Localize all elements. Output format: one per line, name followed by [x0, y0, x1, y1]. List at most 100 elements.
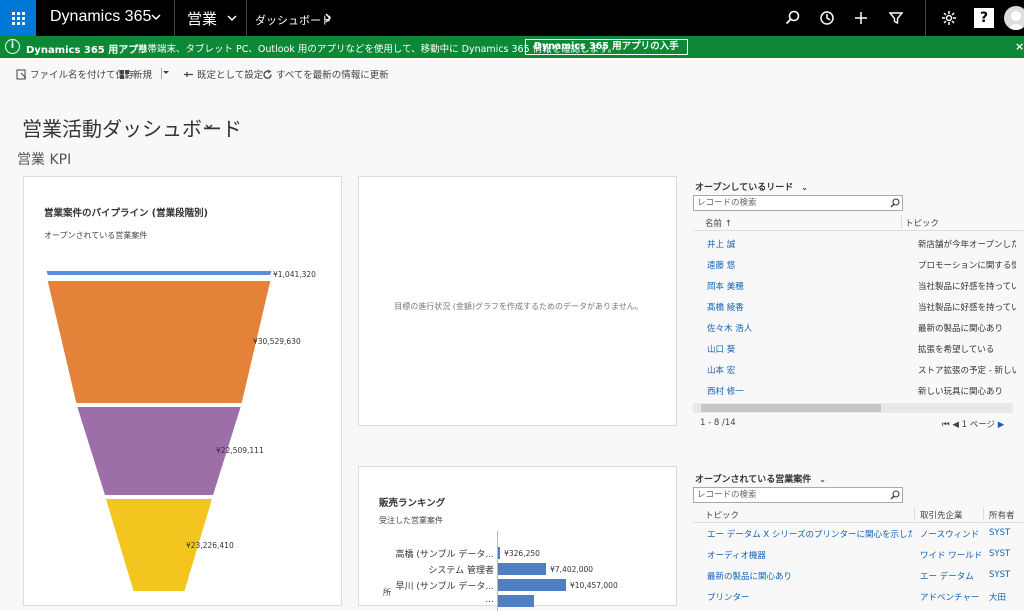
- opp-topic-link[interactable]: オーディオ機器: [707, 549, 912, 561]
- opps-header-row: トピック 取引先企業 所有者: [693, 505, 1023, 523]
- chevron-down-icon[interactable]: [226, 12, 238, 24]
- lead-name-link[interactable]: 山本 宏: [707, 364, 897, 376]
- recent-history-icon[interactable]: [819, 10, 835, 26]
- chevron-down-icon[interactable]: [150, 11, 162, 23]
- opps-search-input[interactable]: レコードの検索: [693, 487, 903, 503]
- save-as-button[interactable]: ファイル名を付けて保存: [16, 67, 135, 81]
- first-page-icon[interactable]: ⏮: [942, 420, 950, 430]
- no-data-message: 目標の進行状況 (金額)グラフを作成するためのデータがありません。: [394, 302, 643, 311]
- funnel-value-label: ¥23,226,410: [186, 541, 234, 550]
- opp-topic-link[interactable]: エー データム X シリーズのプリンターに関心を示した: [707, 528, 912, 540]
- table-row[interactable]: エー データム X シリーズのプリンターに関心を示したノースウィンド トレ...…: [693, 526, 1023, 544]
- leads-view-selector[interactable]: オープンしているリード ⌄: [695, 180, 808, 193]
- nav-divider: [925, 0, 926, 36]
- opp-account-link[interactable]: ノースウィンド トレ...: [920, 528, 982, 540]
- table-row[interactable]: 遠藤 悠 プロモーションに関する情報を...: [693, 257, 1023, 275]
- opp-owner-link[interactable]: 大田: [989, 591, 1019, 603]
- opp-owner-link[interactable]: SYST: [989, 528, 1019, 538]
- prev-page-icon[interactable]: ◀: [952, 420, 959, 430]
- search-icon[interactable]: [785, 10, 801, 26]
- lead-name-link[interactable]: 岡本 美穂: [707, 280, 897, 292]
- gear-icon[interactable]: [941, 10, 957, 26]
- opp-owner-link[interactable]: SYST: [989, 570, 1019, 580]
- notification-bar: i Dynamics 365 用アプリ 携帯端末、タブレット PC、Outloo…: [0, 36, 1024, 58]
- table-row[interactable]: 最新の製品に関心あり エー データム SYST: [693, 568, 1023, 586]
- column-header-topic[interactable]: トピック: [705, 509, 739, 521]
- opps-view-selector[interactable]: オープンされている営業案件 ⌄: [695, 472, 826, 485]
- chevron-down-icon: ⌄: [801, 183, 808, 192]
- opp-account-link[interactable]: アドベンチャー ワ...: [920, 591, 982, 603]
- search-icon[interactable]: [890, 198, 900, 208]
- column-header-owner[interactable]: 所有者: [989, 509, 1015, 521]
- search-icon[interactable]: [890, 490, 900, 500]
- column-header-name[interactable]: 名前 ↑: [705, 217, 732, 229]
- lead-name-link[interactable]: 西村 修一: [707, 385, 897, 397]
- table-row[interactable]: 西村 修一 新しい玩具に関心あり: [693, 383, 1023, 401]
- next-page-icon[interactable]: ▶: [998, 420, 1005, 430]
- lead-topic: 新しい玩具に関心あり: [918, 387, 1004, 397]
- table-row[interactable]: 井上 誠 新店舗が今年オープンした...: [693, 236, 1023, 254]
- breadcrumb[interactable]: ダッシュボード: [255, 12, 332, 28]
- table-row[interactable]: 佐々木 浩人 最新の製品に関心あり: [693, 320, 1023, 338]
- pin-icon: [184, 71, 193, 77]
- brand-title[interactable]: Dynamics 365: [50, 8, 151, 26]
- opp-topic-link[interactable]: プリンター: [707, 591, 912, 603]
- app-launcher-button[interactable]: [0, 0, 36, 36]
- rank-category-label: 早川 (サンプル データ...: [395, 582, 494, 592]
- plus-icon[interactable]: [853, 10, 869, 26]
- opp-account-link[interactable]: ワイド ワールド イ...: [920, 549, 982, 561]
- column-header-account[interactable]: 取引先企業: [920, 509, 963, 521]
- chevron-right-icon[interactable]: [322, 12, 334, 24]
- lead-name-link[interactable]: 佐々木 浩人: [707, 322, 897, 334]
- close-icon[interactable]: ×: [1015, 40, 1024, 53]
- sales-ranking-panel: 販売ランキング 受注した営業案件 所 高橋 (サンプル データ... システム …: [358, 466, 677, 611]
- filter-icon[interactable]: [888, 10, 904, 26]
- rank-bar: [498, 579, 566, 591]
- column-header-topic[interactable]: トピック: [905, 217, 939, 229]
- opp-account-link[interactable]: エー データム: [920, 570, 982, 582]
- lead-topic: 拡張を希望している: [918, 345, 995, 355]
- page-number: 1 ページ: [961, 420, 996, 430]
- search-placeholder: レコードの検索: [697, 198, 757, 208]
- rank-bar: [498, 595, 534, 607]
- rank-value-label: ¥10,457,000: [570, 581, 618, 590]
- scrollbar-thumb[interactable]: [701, 404, 881, 412]
- chevron-down-icon[interactable]: [204, 122, 214, 132]
- leads-title: オープンしているリード: [695, 183, 794, 193]
- user-icon: [1007, 11, 1024, 30]
- new-button[interactable]: 新規: [119, 67, 152, 81]
- record-count: 1 - 8 /14: [700, 418, 736, 428]
- lead-name-link[interactable]: 山口 葵: [707, 343, 897, 355]
- area-selector[interactable]: 営業: [187, 8, 217, 29]
- table-row[interactable]: 山口 葵 拡張を希望している: [693, 341, 1023, 359]
- lead-name-link[interactable]: 井上 誠: [707, 238, 897, 250]
- horizontal-scrollbar[interactable]: [693, 403, 1013, 413]
- opps-title: オープンされている営業案件: [695, 475, 812, 485]
- table-row[interactable]: 髙橋 綾香 当社製品に好感を持ってい...: [693, 299, 1023, 317]
- table-row[interactable]: 岡本 美穂 当社製品に好感を持ってい...: [693, 278, 1023, 296]
- pager[interactable]: ⏮ ◀ 1 ページ ▶: [942, 418, 1004, 430]
- opp-owner-link[interactable]: SYST: [989, 549, 1019, 559]
- funnel-segment[interactable]: [46, 271, 272, 275]
- lead-topic: プロモーションに関する情報を...: [918, 261, 1016, 271]
- lead-name-link[interactable]: 髙橋 綾香: [707, 301, 897, 313]
- avatar[interactable]: [1004, 6, 1024, 30]
- notification-title: Dynamics 365 用アプリ: [26, 45, 149, 56]
- get-app-button[interactable]: Dynamics 365 用アプリの入手: [525, 39, 688, 55]
- chevron-down-icon[interactable]: [163, 70, 169, 76]
- table-row[interactable]: プリンターアドベンチャー ワ... 大田: [693, 589, 1023, 607]
- search-placeholder: レコードの検索: [697, 490, 757, 500]
- lead-topic: 新店舗が今年オープンした...: [918, 240, 1016, 250]
- chevron-down-icon: ⌄: [819, 475, 826, 484]
- opp-topic-link[interactable]: 最新の製品に関心あり: [707, 570, 912, 582]
- refresh-all-button[interactable]: すべてを最新の情報に更新: [262, 67, 389, 81]
- help-button[interactable]: ?: [974, 8, 994, 28]
- funnel-segment[interactable]: [47, 281, 271, 403]
- table-row[interactable]: オーディオ機器ワイド ワールド イ... SYST: [693, 547, 1023, 565]
- set-default-button[interactable]: 既定として設定: [183, 67, 263, 81]
- leads-search-input[interactable]: レコードの検索: [693, 195, 903, 211]
- rank-value-label: ¥7,402,000: [550, 565, 594, 574]
- table-row[interactable]: 山本 宏 ストア拡張の予定 - 新しい...: [693, 362, 1023, 380]
- lead-name-link[interactable]: 遠藤 悠: [707, 259, 897, 271]
- save-icon: [16, 69, 27, 79]
